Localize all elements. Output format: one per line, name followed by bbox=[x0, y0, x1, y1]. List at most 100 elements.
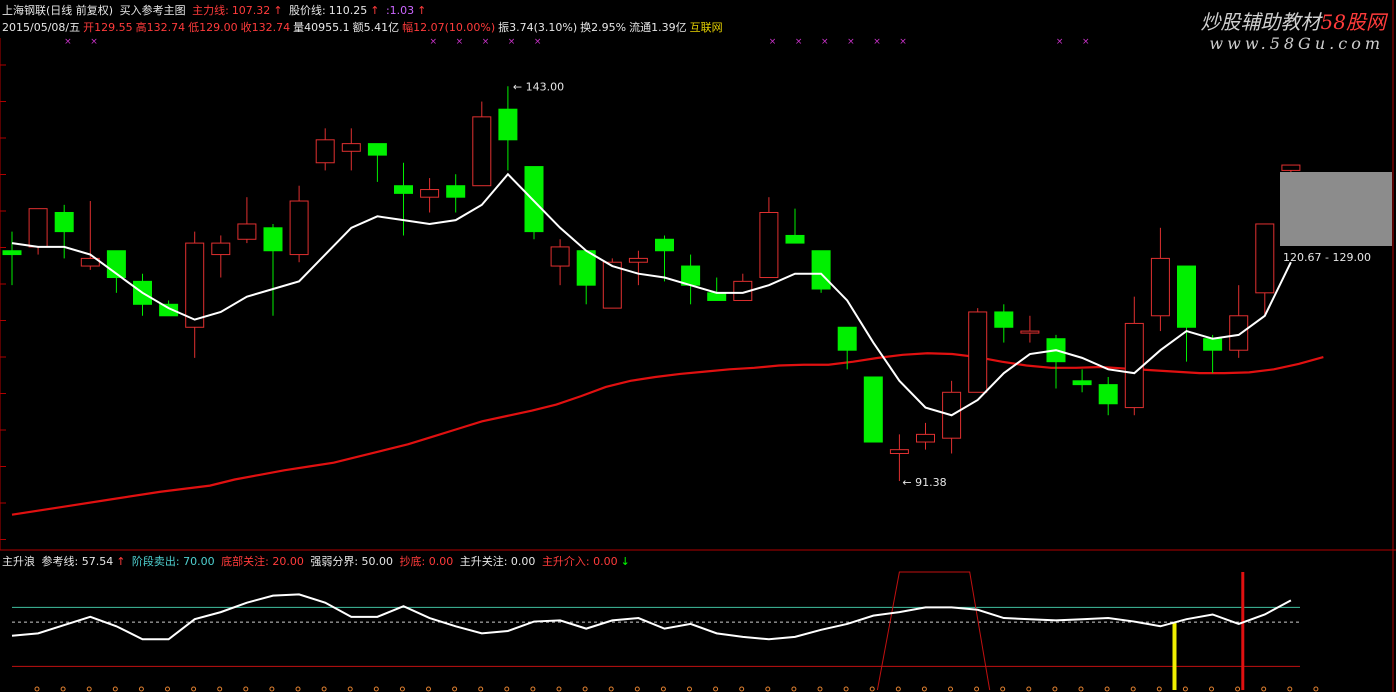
bottom-dot bbox=[1209, 686, 1214, 692]
candle-body bbox=[498, 108, 518, 141]
bottom-dot bbox=[1130, 686, 1136, 692]
bottom-dot bbox=[191, 686, 197, 692]
bottom-dot bbox=[165, 686, 170, 692]
candle-body bbox=[1203, 338, 1223, 351]
candle-body bbox=[2, 250, 22, 256]
signal-marker: × bbox=[90, 37, 98, 47]
bottom-dot bbox=[948, 686, 953, 692]
candle-body bbox=[263, 227, 283, 252]
bottom-dot bbox=[921, 686, 927, 692]
candle-body bbox=[968, 311, 988, 393]
candle-body bbox=[420, 189, 440, 198]
candle-body bbox=[315, 139, 335, 164]
candle-body bbox=[367, 143, 387, 156]
candle-body bbox=[185, 242, 205, 328]
bottom-dot bbox=[112, 686, 118, 692]
oscillator-line bbox=[11, 593, 1292, 641]
candle-body bbox=[889, 449, 909, 454]
bottom-dot bbox=[1235, 686, 1241, 692]
candle-body bbox=[524, 166, 544, 233]
candle-body bbox=[1020, 330, 1040, 334]
bottom-dot bbox=[373, 686, 379, 692]
bottom-dot bbox=[1287, 686, 1293, 692]
candle-body bbox=[28, 208, 48, 248]
candle-body bbox=[237, 223, 257, 240]
bottom-dot bbox=[399, 686, 405, 692]
candle-body bbox=[655, 238, 674, 252]
candle-body bbox=[446, 185, 466, 198]
candle-body bbox=[211, 242, 231, 256]
bottom-dot bbox=[426, 686, 431, 692]
bottom-dot bbox=[634, 686, 640, 692]
candle-body bbox=[759, 211, 779, 279]
bottom-dot bbox=[452, 686, 458, 692]
bottom-dot bbox=[687, 686, 692, 692]
candle-body bbox=[994, 311, 1014, 328]
signal-marker: × bbox=[795, 37, 803, 47]
bottom-dot bbox=[1078, 686, 1084, 692]
stock-chart[interactable]: × × × × × × × × × × × × × × × ← 143.00 ← 91.38 120.67 - 1… bbox=[0, 0, 1396, 692]
range-label: 120.67 - 129.00 bbox=[1283, 251, 1371, 264]
high-label: ← 143.00 bbox=[513, 80, 564, 93]
bottom-dot bbox=[504, 686, 510, 692]
bottom-dot bbox=[138, 686, 144, 692]
range-box bbox=[1280, 172, 1392, 246]
bottom-dot bbox=[1052, 686, 1058, 692]
candle-body bbox=[1229, 315, 1249, 351]
bottom-dot bbox=[34, 686, 40, 692]
candle-body bbox=[863, 376, 883, 443]
signal-marker: × bbox=[482, 37, 490, 47]
candle-body bbox=[1098, 384, 1118, 405]
bottom-dot bbox=[1156, 686, 1162, 692]
bottom-dot bbox=[60, 686, 66, 692]
candle-body bbox=[1150, 257, 1170, 317]
bottom-dot bbox=[86, 686, 92, 692]
signal-marker: × bbox=[64, 37, 72, 47]
candle-body bbox=[1255, 223, 1275, 294]
bottom-dot bbox=[895, 686, 901, 692]
candle-body bbox=[576, 250, 596, 286]
bottom-dot bbox=[269, 686, 275, 692]
bottom-dot bbox=[843, 686, 849, 692]
candle-body bbox=[550, 246, 570, 267]
bottom-dot bbox=[739, 686, 745, 692]
bottom-dot bbox=[1182, 686, 1188, 692]
candle-body bbox=[707, 292, 727, 301]
bottom-dot bbox=[1313, 686, 1319, 692]
bottom-dot bbox=[1104, 686, 1110, 692]
signal-marker: × bbox=[508, 37, 516, 47]
candle-body bbox=[289, 200, 309, 256]
candle-body bbox=[54, 211, 74, 233]
bottom-fish-signal bbox=[876, 571, 991, 691]
bottom-dot bbox=[478, 686, 484, 692]
candle-body bbox=[916, 433, 935, 443]
bottom-dot bbox=[608, 686, 614, 692]
signal-marker: × bbox=[430, 37, 438, 47]
signal-marker: × bbox=[456, 37, 464, 47]
candle-body bbox=[837, 326, 857, 351]
signal-marker: × bbox=[899, 37, 907, 47]
bottom-dot bbox=[321, 686, 327, 692]
bottom-dot bbox=[660, 686, 666, 692]
candle-body bbox=[1281, 164, 1301, 171]
bottom-dot bbox=[1261, 686, 1267, 692]
signal-marker: × bbox=[847, 37, 855, 47]
bottom-dot bbox=[556, 686, 562, 692]
candle-body bbox=[394, 185, 413, 194]
bottom-dot bbox=[713, 686, 719, 692]
bottom-dot bbox=[582, 686, 588, 692]
bottom-dot bbox=[974, 686, 980, 692]
signal-marker: × bbox=[1056, 37, 1064, 47]
bottom-dot bbox=[869, 686, 875, 692]
bottom-dot bbox=[817, 686, 823, 692]
bottom-dot bbox=[791, 686, 797, 692]
signal-marker: × bbox=[534, 37, 542, 47]
bottom-dot bbox=[295, 686, 301, 692]
signal-marker: × bbox=[769, 37, 777, 47]
bottom-dot bbox=[530, 686, 536, 692]
low-label: ← 91.38 bbox=[902, 476, 946, 489]
candle-body bbox=[1072, 380, 1092, 386]
bottom-dot bbox=[1000, 686, 1006, 692]
candle-body bbox=[341, 143, 361, 152]
signal-marker: × bbox=[1082, 37, 1090, 47]
